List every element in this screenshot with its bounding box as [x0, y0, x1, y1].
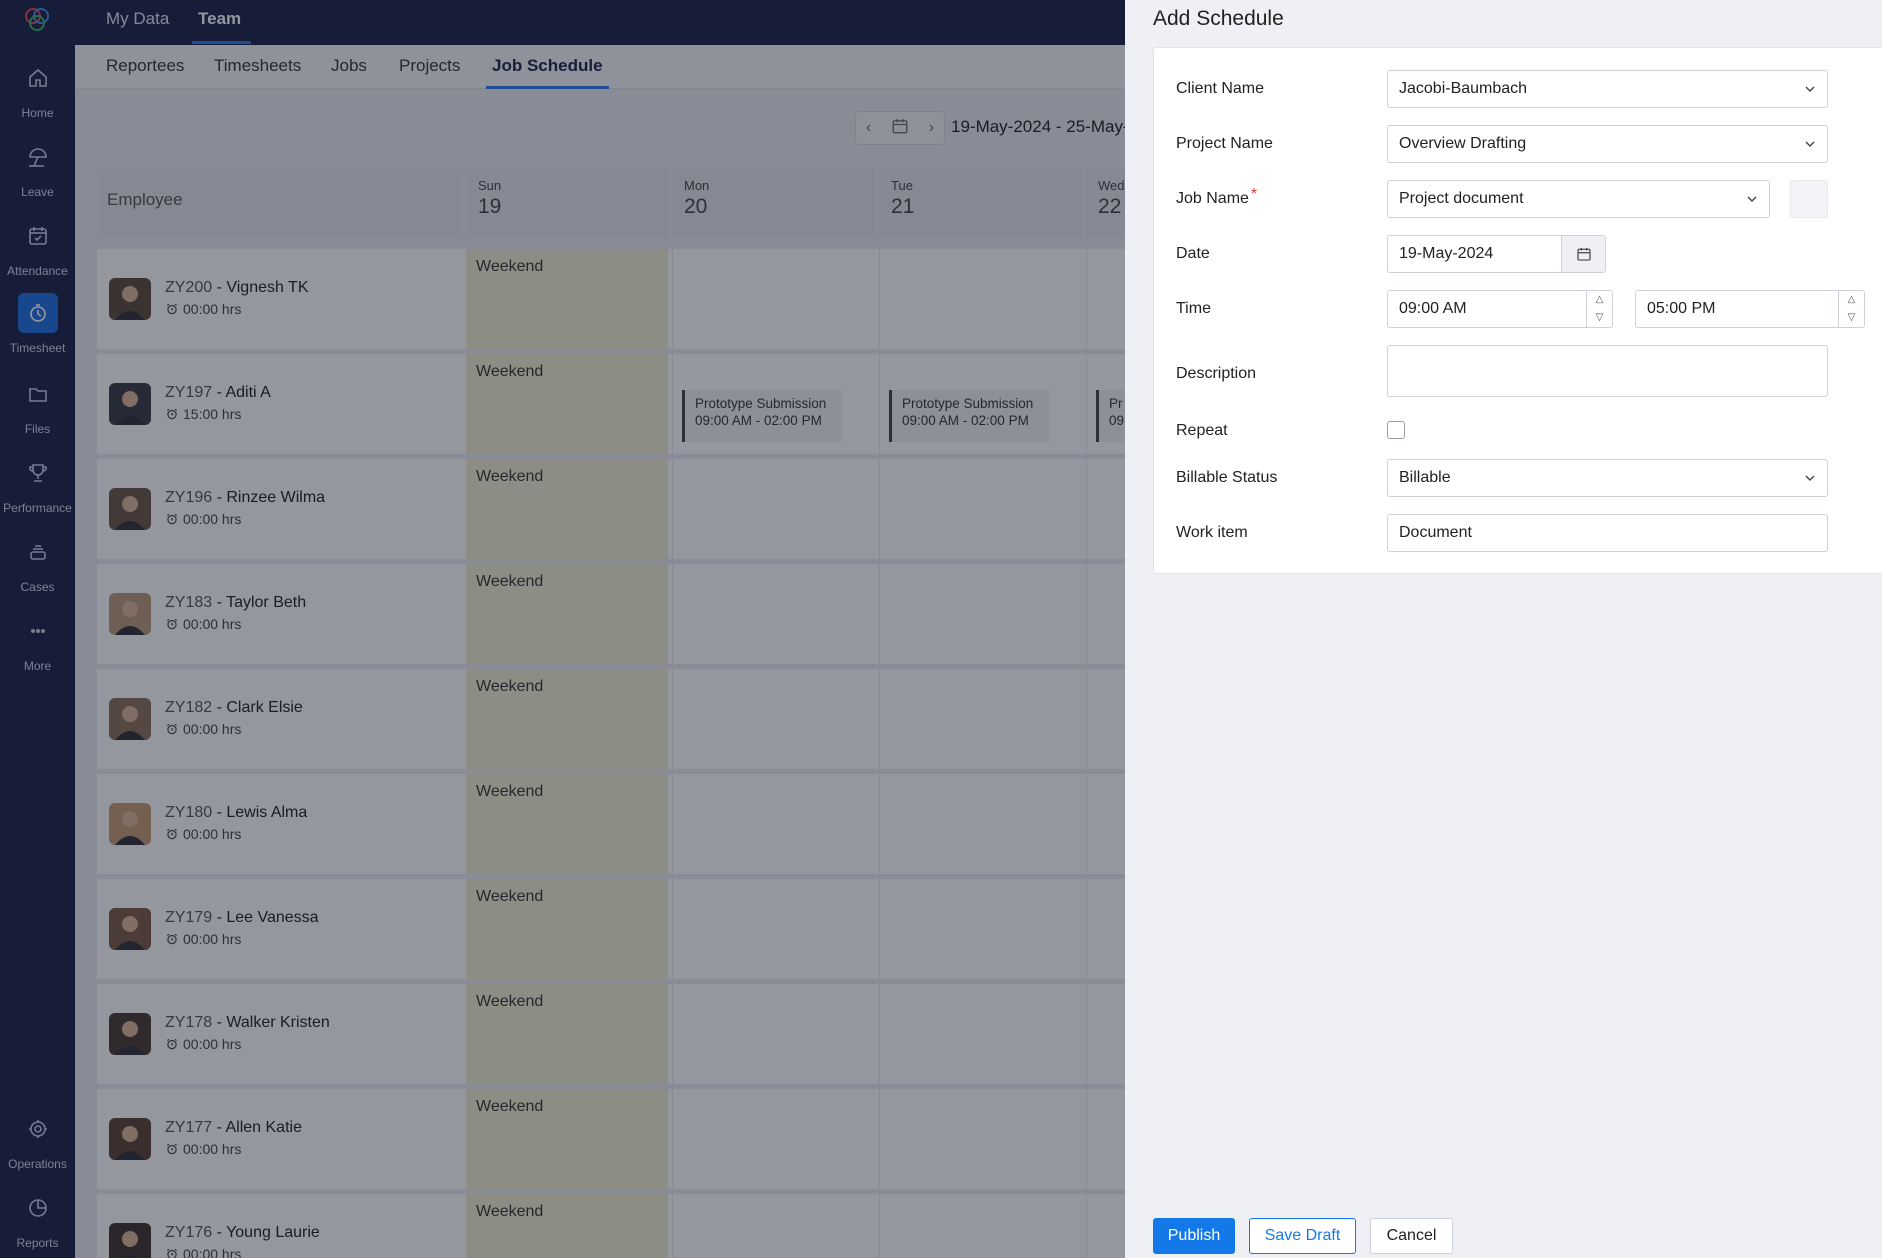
chevron-up-icon[interactable]: △: [1596, 293, 1604, 307]
job-action-button[interactable]: [1790, 180, 1828, 218]
start-time-stepper[interactable]: △ ▽: [1586, 291, 1612, 327]
panel-title: Add Schedule: [1153, 7, 1284, 30]
description-textarea[interactable]: [1387, 345, 1828, 397]
billable-status-label: Billable Status: [1176, 469, 1278, 486]
end-time-stepper[interactable]: △ ▽: [1838, 291, 1864, 327]
job-name-select[interactable]: Project document: [1387, 180, 1770, 218]
client-name-select[interactable]: Jacobi-Baumbach: [1387, 70, 1828, 108]
billable-status-select[interactable]: Billable: [1387, 459, 1828, 497]
start-time-input[interactable]: 09:00 AM △ ▽: [1387, 290, 1613, 328]
chevron-down-icon[interactable]: ▽: [1596, 311, 1604, 325]
chevron-down-icon: [1805, 475, 1815, 481]
repeat-label: Repeat: [1176, 422, 1228, 439]
time-label: Time: [1176, 300, 1211, 317]
chevron-down-icon[interactable]: ▽: [1848, 311, 1856, 325]
cancel-button[interactable]: Cancel: [1370, 1218, 1453, 1254]
end-time-input[interactable]: 05:00 PM △ ▽: [1635, 290, 1865, 328]
project-name-label: Project Name: [1176, 135, 1273, 152]
date-picker-button[interactable]: [1561, 236, 1605, 272]
save-draft-button[interactable]: Save Draft: [1249, 1218, 1356, 1254]
description-label: Description: [1176, 365, 1257, 382]
modal-backdrop[interactable]: [0, 0, 1125, 1258]
chevron-down-icon: [1747, 196, 1757, 202]
job-name-label: Job Name *: [1176, 186, 1258, 207]
work-item-label: Work item: [1176, 524, 1248, 541]
chevron-down-icon: [1805, 141, 1815, 147]
chevron-up-icon[interactable]: △: [1848, 293, 1856, 307]
date-label: Date: [1176, 245, 1210, 262]
work-item-input[interactable]: Document: [1387, 514, 1828, 552]
publish-button[interactable]: Publish: [1153, 1218, 1235, 1254]
repeat-checkbox[interactable]: [1387, 421, 1405, 439]
required-marker: *: [1250, 186, 1258, 203]
calendar-icon: [1576, 248, 1591, 261]
client-name-label: Client Name: [1176, 80, 1265, 97]
chevron-down-icon: [1805, 86, 1815, 92]
project-name-select[interactable]: Overview Drafting: [1387, 125, 1828, 163]
date-input[interactable]: 19-May-2024: [1387, 235, 1606, 273]
